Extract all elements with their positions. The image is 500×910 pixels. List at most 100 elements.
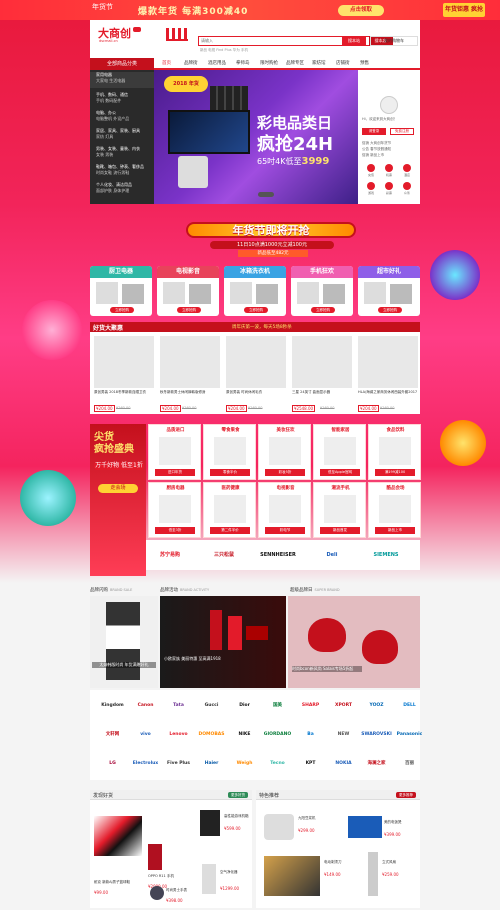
flash-cell-tag: 第二件半价: [210, 527, 250, 534]
flash-cell-title: 医药健康: [221, 486, 240, 491]
service-item[interactable]: 酒店: [398, 164, 416, 177]
flash-cell[interactable]: 潮流手机 新品首发: [313, 482, 366, 538]
category-card[interactable]: 电视影音 立即抢购: [157, 266, 219, 316]
nav-item[interactable]: 店铺街: [336, 58, 350, 70]
flash-cell[interactable]: 品质进口 进口年货: [148, 424, 201, 480]
product-card[interactable]: 原创男装 时尚休闲毛衣 ¥204.00 ¥260.00: [224, 334, 288, 412]
site-header: 大商创 dscmall.cn 搜本站 搜本店 新品 电视 Find Plus 华…: [90, 20, 420, 58]
product-image[interactable]: [264, 856, 320, 896]
category-card[interactable]: 超市好礼 立即抢购: [358, 266, 420, 316]
category-item[interactable]: 家用电器 大家电 生活电器: [90, 72, 154, 88]
buy-now-button[interactable]: 立即抢购: [378, 307, 402, 313]
service-item[interactable]: 充值: [362, 164, 380, 177]
category-item[interactable]: 鞋靴、箱包、钟表、奢侈品 时尚女鞋 流行男鞋: [96, 164, 152, 175]
buy-now-button[interactable]: 立即抢购: [177, 307, 201, 313]
discover-more-button[interactable]: 更多好货: [228, 792, 248, 798]
buy-now-button[interactable]: 立即抢购: [110, 307, 134, 313]
flash-sale-banner[interactable]: 尖货 疯抢盛典 万千好物 低至1折 走会场: [90, 424, 146, 576]
search-input[interactable]: [201, 37, 341, 44]
buy-now-button[interactable]: 立即抢购: [244, 307, 268, 313]
brand-tile[interactable]: 苏宁易购: [148, 542, 192, 568]
brand-tile[interactable]: 三只松鼠: [202, 542, 246, 568]
product-card[interactable]: 三星 24英寸 曲面显示器 ¥2548.00 ¥260.00: [290, 334, 354, 412]
product-image[interactable]: [200, 810, 220, 836]
product-price: ¥204.00: [94, 405, 115, 412]
activity-panel[interactable]: 小欧家族 美丽特惠 至高满1918: [160, 596, 286, 688]
category-item[interactable]: 个人化妆、清洁用品 面部护肤 身体护理: [96, 182, 152, 193]
nav-item[interactable]: 品牌专区: [286, 58, 304, 70]
category-item[interactable]: 手机、数码、通信 手机 数码配件: [96, 92, 152, 103]
nav-item[interactable]: 品牌街: [184, 58, 198, 70]
product-image[interactable]: [148, 844, 162, 870]
category-card[interactable]: 手机狂欢 立即抢购: [291, 266, 353, 316]
flash-cell[interactable]: 医药健康 第二件半价: [203, 482, 256, 538]
product-image: [94, 336, 154, 388]
product-image[interactable]: [202, 864, 216, 894]
product-image[interactable]: [150, 886, 164, 900]
flash-cell[interactable]: 酷品会场 新品上市: [368, 482, 421, 538]
flash-cell[interactable]: 智能家居 低至Apple官网: [313, 424, 366, 480]
nav-item[interactable]: 预售: [360, 58, 369, 70]
cart-button[interactable]: 我的购物车: [370, 36, 418, 46]
login-button[interactable]: 请登录: [362, 128, 386, 135]
nav-item[interactable]: 限时购抢: [260, 58, 278, 70]
product-card[interactable]: 原创男装 2018冬季新款连帽卫衣 ¥204.00 ¥260.00: [92, 334, 156, 412]
buy-now-button[interactable]: 立即抢购: [311, 307, 335, 313]
flash-cell-title: 智能家居: [331, 428, 350, 433]
category-sub: 女装 男装: [96, 151, 114, 157]
carousel-dots[interactable]: [258, 192, 274, 197]
hot-search-words[interactable]: 新品 电视 Find Plus 华为 手机: [200, 48, 248, 53]
flash-cell[interactable]: 零食果食 零食半价: [203, 424, 256, 480]
flash-cell[interactable]: 电视影音 彩电节: [258, 482, 311, 538]
service-item[interactable]: 机票: [380, 164, 398, 177]
category-card[interactable]: 厨卫电器 立即抢购: [90, 266, 152, 316]
brand-tile[interactable]: Deli: [310, 542, 354, 568]
super-brand-panel[interactable]: 时尚bcon新风尚 Salais专场5折起: [288, 596, 420, 688]
super-brand-title: 超级品牌日: [290, 588, 313, 593]
category-item[interactable]: 电脑、办公 电脑整机 外设产品: [96, 110, 152, 121]
festival-title-banner[interactable]: 年货节即将开抢 11日10点满1000元立减100元 新品低至482元: [160, 218, 390, 257]
product-price: ¥204.00: [160, 405, 181, 412]
brand-logo[interactable]: 百丽: [389, 750, 430, 778]
nav-item[interactable]: 家纺馆: [312, 58, 326, 70]
service-item[interactable]: 彩票: [380, 182, 398, 195]
claim-button[interactable]: 点击领取: [338, 5, 384, 16]
go-venue-button[interactable]: 走会场: [98, 484, 138, 493]
super-brand-en: SUPER BRAND: [314, 588, 340, 592]
service-item[interactable]: 游戏: [362, 182, 380, 195]
category-item[interactable]: 男装、女装、童装、内衣 女装 男装: [96, 146, 152, 157]
main-banner[interactable]: 2018 年货 彩电品类日 疯抢24H 65吋4K低至3999: [154, 70, 358, 204]
service-icon: [367, 164, 375, 172]
brand-tile[interactable]: SIEMENS: [364, 542, 408, 568]
product-card[interactable]: 秋冬新款男士休闲裤韩版修身 ¥204.00 ¥260.00: [158, 334, 222, 412]
new-year-label: 年货节: [92, 3, 113, 11]
product-image[interactable]: [348, 816, 382, 838]
category-item[interactable]: 家居、家具、家装、厨具 家纺 灯具: [96, 128, 152, 139]
category-card[interactable]: 冰箱洗衣机 立即抢购: [224, 266, 286, 316]
featured-more-button[interactable]: 更多推荐: [396, 792, 416, 798]
search-site-button[interactable]: 搜本站: [342, 35, 366, 46]
brand-sale-panel[interactable]: 太妹韩版时尚 年货满赠好礼: [90, 596, 158, 688]
flash-cell[interactable]: 厨房电器 低至3折: [148, 482, 201, 538]
news-item[interactable]: 促销 新品上市: [362, 152, 418, 158]
flash-cell[interactable]: 食品饮料 满199减100: [368, 424, 421, 480]
product-card[interactable]: HLA/海澜之家商务休闲西装外套2017 ¥204.00 ¥260.00: [356, 334, 420, 412]
brand-tile[interactable]: SENNHEISER: [256, 542, 300, 568]
nav-item[interactable]: 酒店用品: [208, 58, 226, 70]
service-icon: [403, 182, 411, 190]
brand-logo[interactable]: DELL: [389, 692, 430, 720]
brand-logo[interactable]: Panasonic: [389, 721, 430, 749]
all-categories-button[interactable]: 全部商品分类: [90, 58, 154, 70]
nav-item-home[interactable]: 首页: [162, 58, 171, 70]
category-sub: 时尚女鞋 流行男鞋: [96, 169, 130, 175]
nav-item[interactable]: 拳师岛: [236, 58, 250, 70]
product-price: ¥99.00: [94, 890, 108, 895]
product-image[interactable]: [264, 814, 294, 840]
register-button[interactable]: 免费注册: [390, 128, 414, 135]
product-image[interactable]: [368, 852, 378, 896]
service-item[interactable]: 众筹: [398, 182, 416, 195]
top-promo-bar[interactable]: 年货节 爆款年货 每满300减40 点击领取 年货钜惠 疯抢: [0, 0, 500, 20]
flash-cell[interactable]: 美妆狂欢 彩妆5折: [258, 424, 311, 480]
cosmetic-image: [228, 616, 242, 650]
product-image[interactable]: [94, 816, 142, 856]
